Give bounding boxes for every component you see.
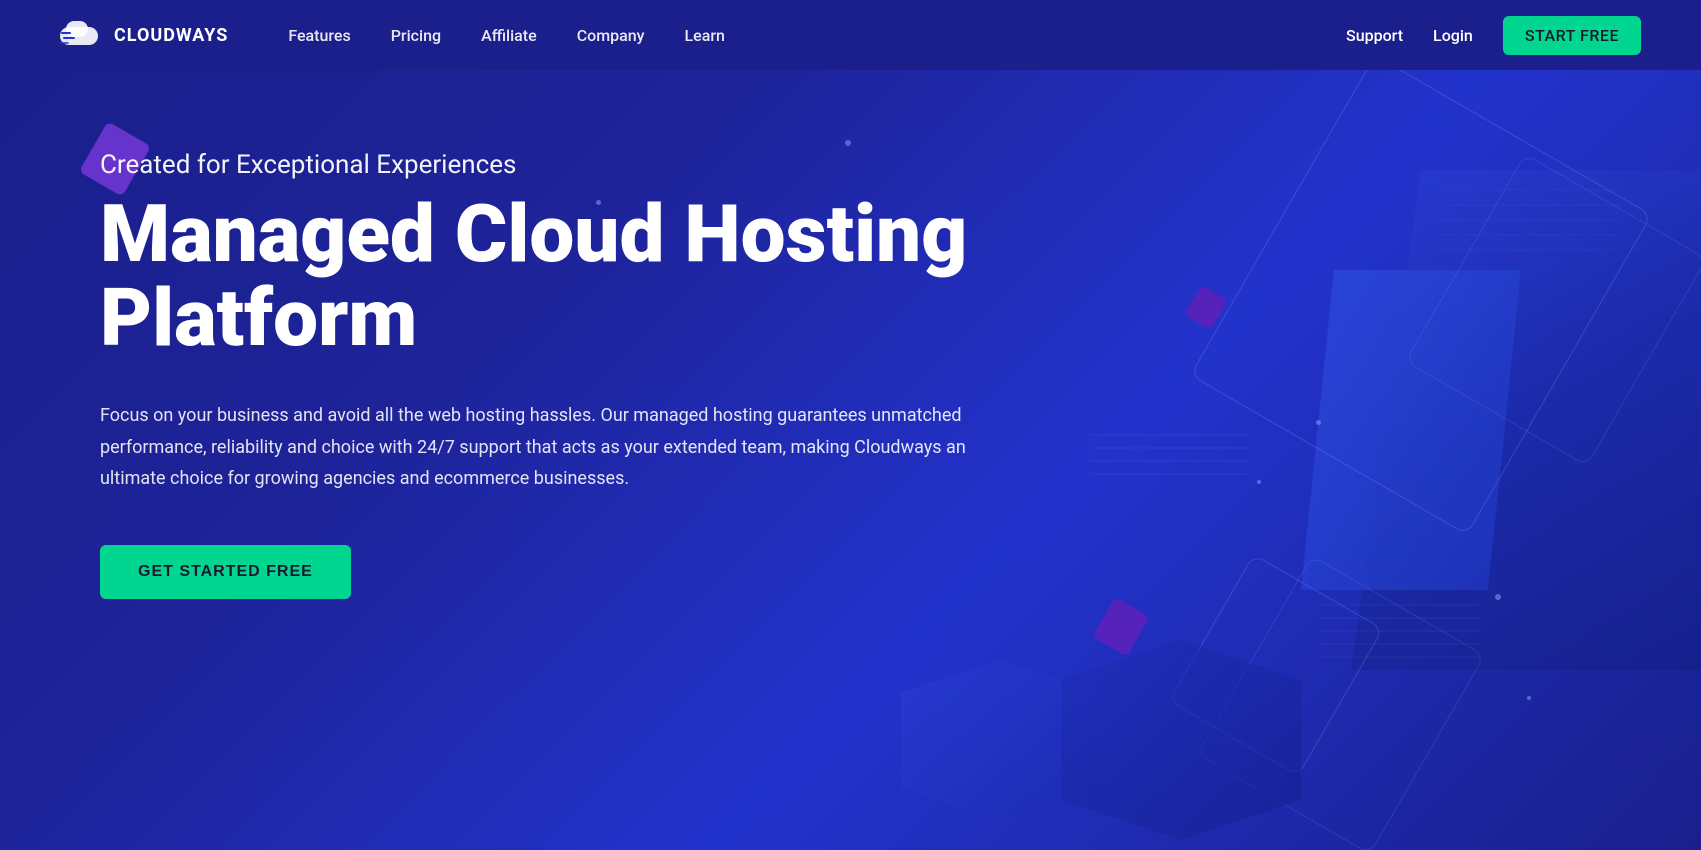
hero-description: Focus on your business and avoid all the… bbox=[100, 400, 970, 495]
nav-login-link[interactable]: Login bbox=[1433, 26, 1473, 45]
hex-outline-3 bbox=[1169, 554, 1384, 776]
dot-6 bbox=[1527, 696, 1531, 700]
logo[interactable]: CLOUDWAYS bbox=[60, 19, 228, 51]
nav-support-link[interactable]: Support bbox=[1346, 26, 1403, 45]
hero-title: Managed Cloud HostingPlatform bbox=[100, 192, 970, 360]
dot-1 bbox=[845, 140, 851, 146]
dot-4 bbox=[1257, 480, 1261, 484]
diag-lines-3 bbox=[1091, 420, 1271, 500]
nav-right: Support Login START FREE bbox=[1346, 16, 1641, 55]
hex-outline-4 bbox=[1197, 555, 1485, 850]
hex-outline-2 bbox=[1405, 154, 1701, 467]
nav-links: Features Pricing Affiliate Company Learn bbox=[288, 26, 1346, 45]
nav-item-pricing[interactable]: Pricing bbox=[391, 26, 441, 45]
dot-3 bbox=[1316, 420, 1321, 425]
hero-section: Created for Exceptional Experiences Mana… bbox=[0, 70, 1701, 850]
hero-content: Created for Exceptional Experiences Mana… bbox=[100, 150, 970, 599]
cube-bottom-left bbox=[901, 660, 1101, 820]
box-right-medium bbox=[1301, 270, 1521, 590]
logo-text: CLOUDWAYS bbox=[114, 25, 228, 46]
nav-item-learn[interactable]: Learn bbox=[685, 26, 725, 45]
box-right-large bbox=[1351, 170, 1701, 670]
diag-lines-2 bbox=[1321, 590, 1501, 670]
purple-hex-2 bbox=[1184, 285, 1227, 330]
logo-icon bbox=[60, 19, 104, 51]
get-started-button[interactable]: GET STARTED FREE bbox=[100, 545, 351, 599]
nav-item-features[interactable]: Features bbox=[288, 26, 350, 45]
purple-hex-3 bbox=[1092, 597, 1150, 657]
diag-lines bbox=[1441, 170, 1641, 470]
nav-item-affiliate[interactable]: Affiliate bbox=[481, 26, 537, 45]
start-free-button[interactable]: START FREE bbox=[1503, 16, 1641, 55]
hero-subtitle: Created for Exceptional Experiences bbox=[100, 150, 970, 180]
nav-item-company[interactable]: Company bbox=[577, 26, 645, 45]
dot-5 bbox=[1495, 594, 1501, 600]
cube-bottom-right bbox=[1061, 640, 1301, 840]
hex-outline-1 bbox=[1190, 70, 1652, 535]
navbar: CLOUDWAYS Features Pricing Affiliate Com… bbox=[0, 0, 1701, 70]
